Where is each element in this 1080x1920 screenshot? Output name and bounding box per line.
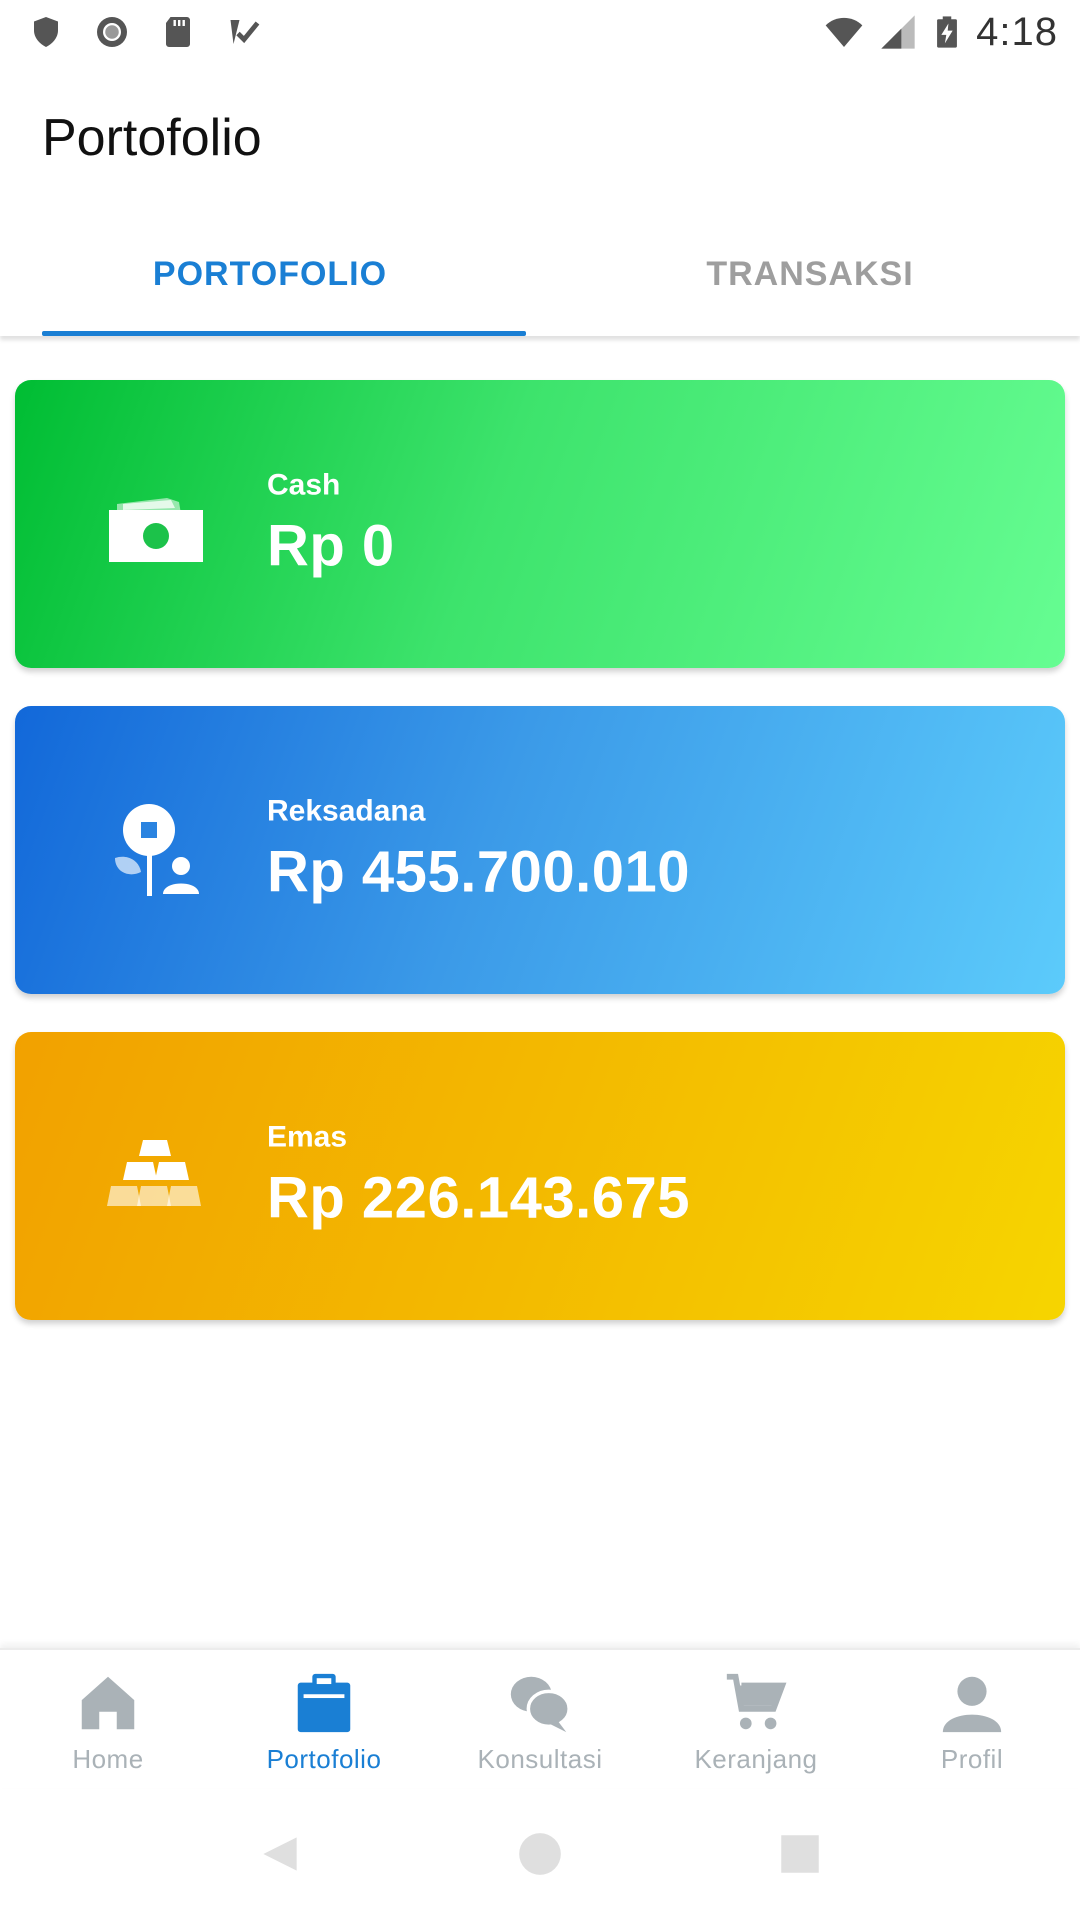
nav-label: Keranjang: [694, 1744, 818, 1774]
status-time: 4:18: [976, 9, 1058, 54]
home-button-icon[interactable]: [515, 1829, 565, 1879]
portfolio-cards: Cash Rp 0 Reksadana Rp 455.700.010 Emas …: [15, 380, 1065, 1358]
card-value: Rp 455.700.010: [267, 839, 690, 905]
cash-card-text: Cash Rp 0: [267, 469, 395, 580]
battery-charging-icon: [937, 16, 958, 48]
back-icon[interactable]: [255, 1829, 305, 1879]
gold-bars-icon: [107, 1140, 201, 1206]
nav-label: Portofolio: [266, 1744, 382, 1774]
reksadana-card[interactable]: Reksadana Rp 455.700.010: [15, 706, 1065, 994]
card-value: Rp 226.143.675: [267, 1165, 690, 1231]
nav-label: Konsultasi: [477, 1744, 603, 1774]
recents-icon[interactable]: [775, 1829, 825, 1879]
emas-card[interactable]: Emas Rp 226.143.675: [15, 1032, 1065, 1320]
nav-home[interactable]: Home: [0, 1650, 216, 1788]
tab-portofolio[interactable]: PORTOFOLIO: [0, 212, 540, 336]
nav-profil[interactable]: Profil: [864, 1650, 1080, 1788]
cart-icon: [726, 1673, 787, 1730]
tab-transaksi[interactable]: TRANSAKSI: [540, 212, 1080, 336]
mutual-fund-icon: [115, 804, 199, 896]
record-icon: [97, 17, 127, 47]
page-title: Portofolio: [42, 109, 262, 167]
card-label: Emas: [267, 1120, 348, 1154]
system-nav-bar: [0, 1788, 1080, 1920]
money-icon: [109, 498, 203, 562]
bottom-nav: Home Portofolio Konsultasi Keranjang Pro…: [0, 1648, 1080, 1788]
card-label: Cash: [267, 468, 341, 502]
status-bar-right: 4:18: [822, 10, 1058, 55]
sd-card-icon: [166, 17, 190, 47]
wifi-icon: [825, 17, 863, 47]
clipboard-icon: [297, 1673, 351, 1733]
nav-portofolio[interactable]: Portofolio: [216, 1650, 432, 1788]
nav-label: Home: [72, 1744, 144, 1774]
status-bar: 4:18: [0, 0, 1080, 64]
tab-bar: PORTOFOLIO TRANSAKSI: [0, 212, 1080, 336]
chat-icon: [510, 1676, 571, 1733]
nav-label: Profil: [940, 1744, 1004, 1774]
nav-konsultasi[interactable]: Konsultasi: [432, 1650, 648, 1788]
signal-icon: [881, 15, 915, 49]
status-bar-left: [28, 14, 262, 50]
nav-keranjang[interactable]: Keranjang: [648, 1650, 864, 1788]
tasks-icon: [230, 20, 260, 44]
person-icon: [942, 1676, 1002, 1733]
shield-icon: [34, 17, 58, 47]
card-value: Rp 0: [267, 513, 395, 579]
reksadana-card-text: Reksadana Rp 455.700.010: [267, 795, 690, 906]
app-bar: Portofolio: [0, 64, 1080, 212]
home-icon: [81, 1676, 135, 1730]
cash-card[interactable]: Cash Rp 0: [15, 380, 1065, 668]
card-label: Reksadana: [267, 794, 426, 828]
emas-card-text: Emas Rp 226.143.675: [267, 1121, 690, 1232]
